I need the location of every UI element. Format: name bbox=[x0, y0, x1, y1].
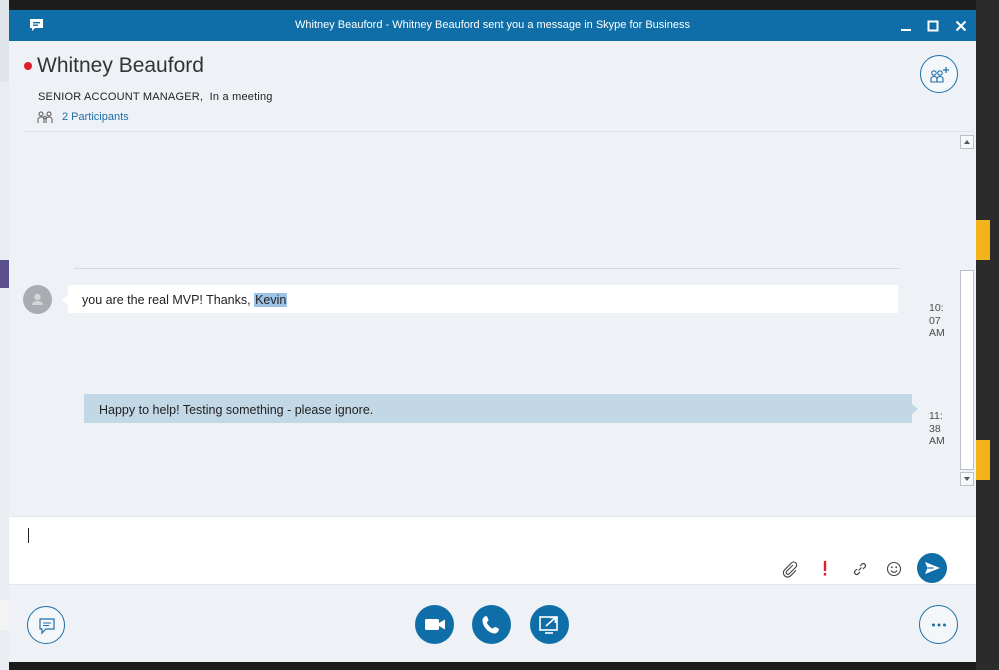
participants-icon bbox=[37, 111, 53, 123]
maximize-button[interactable] bbox=[923, 16, 943, 36]
highlighted-text: Kevin bbox=[254, 293, 288, 307]
video-button[interactable] bbox=[415, 605, 454, 644]
incoming-message: you are the real MVP! Thanks, Kevin bbox=[62, 285, 898, 313]
background-desktop-left bbox=[0, 0, 9, 670]
outgoing-timestamp: 11: 38 AM bbox=[929, 410, 959, 448]
important-icon bbox=[823, 561, 827, 576]
close-icon bbox=[955, 20, 967, 32]
add-people-icon bbox=[930, 67, 949, 83]
timestamp-text: 11: 38 AM bbox=[929, 410, 945, 447]
message-input[interactable] bbox=[27, 525, 727, 545]
message-compose-area[interactable] bbox=[9, 516, 976, 585]
scroll-down-icon bbox=[964, 477, 970, 481]
conversation-window: Whitney Beauford - Whitney Beauford sent… bbox=[9, 10, 976, 662]
link-icon bbox=[853, 562, 867, 576]
attach-icon bbox=[782, 561, 798, 578]
outgoing-message: Happy to help! Testing something - pleas… bbox=[84, 394, 918, 423]
conversation-scrollbar[interactable] bbox=[960, 135, 974, 487]
participants-link[interactable]: 2 Participants bbox=[37, 110, 129, 124]
presence-indicator bbox=[24, 62, 32, 70]
emoticon-icon bbox=[886, 561, 902, 577]
incoming-timestamp: 10: 07 AM bbox=[929, 302, 959, 340]
call-icon bbox=[482, 616, 499, 634]
participants-label: 2 Participants bbox=[62, 111, 129, 123]
contact-job-title: SENIOR ACCOUNT MANAGER bbox=[38, 91, 200, 103]
conversation-icon bbox=[39, 618, 55, 635]
scroll-up-icon bbox=[964, 140, 970, 144]
emoticon-button[interactable] bbox=[883, 558, 905, 580]
call-button[interactable] bbox=[472, 605, 511, 644]
add-people-button[interactable] bbox=[920, 55, 958, 93]
conversation-divider bbox=[74, 268, 900, 269]
link-button[interactable] bbox=[849, 558, 871, 580]
conversation-history: you are the real MVP! Thanks, Kevin 10: … bbox=[9, 132, 976, 515]
contact-name: Whitney Beauford bbox=[37, 54, 204, 77]
video-icon bbox=[425, 619, 445, 630]
scroll-thumb[interactable] bbox=[960, 270, 974, 470]
more-options-button[interactable] bbox=[919, 605, 958, 644]
background-desktop-right bbox=[976, 0, 999, 670]
text-cursor bbox=[28, 528, 29, 543]
timestamp-text: 10: 07 AM bbox=[929, 302, 945, 339]
title-bar: Whitney Beauford - Whitney Beauford sent… bbox=[9, 10, 976, 41]
action-bar bbox=[9, 586, 976, 662]
more-options-icon bbox=[932, 623, 946, 627]
scroll-up-button[interactable] bbox=[960, 135, 974, 149]
minimize-icon bbox=[901, 29, 911, 31]
scroll-down-button[interactable] bbox=[960, 472, 974, 486]
incoming-message-text: you are the real MVP! Thanks, Kevin bbox=[82, 293, 288, 307]
contact-subtitle: SENIOR ACCOUNT MANAGER, In a meeting bbox=[38, 91, 273, 103]
maximize-icon bbox=[927, 20, 939, 32]
minimize-button[interactable] bbox=[896, 16, 916, 36]
contact-status: In a meeting bbox=[209, 91, 273, 103]
send-icon bbox=[925, 562, 940, 574]
close-button[interactable] bbox=[951, 16, 971, 36]
message-text: you are the real MVP! Thanks, bbox=[82, 293, 255, 307]
present-button[interactable] bbox=[530, 605, 569, 644]
contact-avatar bbox=[23, 285, 52, 314]
default-avatar-icon bbox=[32, 293, 43, 305]
contact-header: Whitney Beauford SENIOR ACCOUNT MANAGER,… bbox=[9, 41, 976, 131]
present-icon bbox=[539, 616, 558, 634]
outgoing-message-text: Happy to help! Testing something - pleas… bbox=[99, 403, 374, 417]
important-button[interactable] bbox=[814, 558, 836, 580]
attach-button[interactable] bbox=[779, 558, 801, 580]
send-button[interactable] bbox=[917, 553, 947, 583]
window-title: Whitney Beauford - Whitney Beauford sent… bbox=[295, 19, 690, 31]
conversation-button[interactable] bbox=[27, 606, 65, 644]
